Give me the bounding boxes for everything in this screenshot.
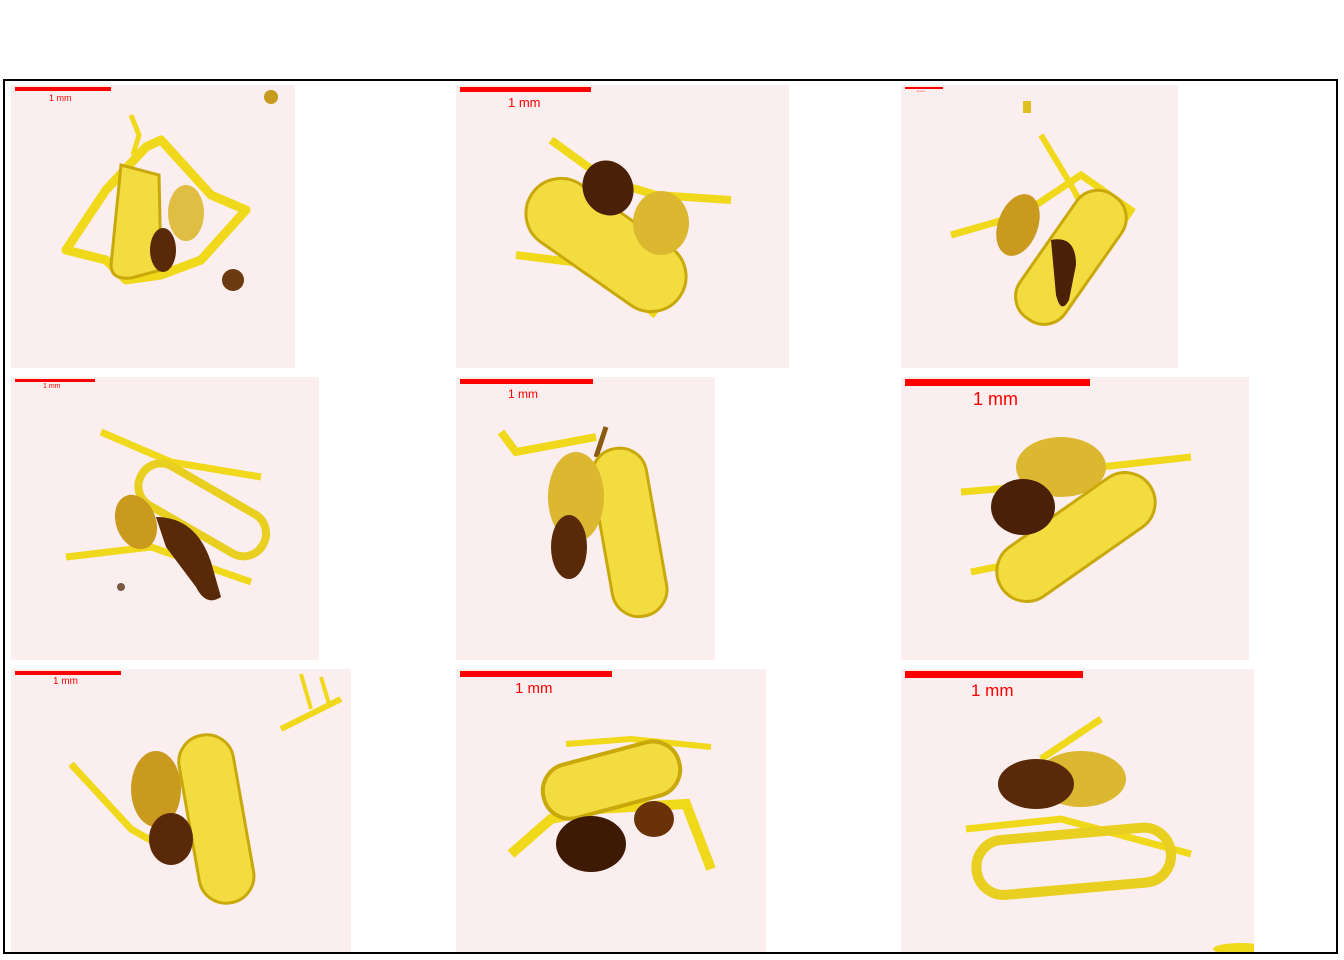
scale-bar: 1 mm (905, 671, 1083, 700)
specimen-image (950, 101, 1136, 326)
scale-bar: 1 mm (460, 671, 612, 697)
scale-bar-label: 1 mm (973, 389, 1018, 409)
scale-bar-label: 1 mm (515, 680, 553, 697)
specimen-panel-9: 1 mm (901, 669, 1254, 952)
specimen-panel-6: 1 mm (901, 377, 1249, 660)
scale-bar-label: 1 mm (971, 681, 1014, 700)
scale-bar: 1 mm (460, 379, 593, 401)
scale-bar-label: 1 mm (43, 383, 61, 390)
scale-bar-label: 1 mm (917, 89, 925, 93)
scale-bar: 1 mm (15, 379, 95, 390)
scale-bar-label: 1 mm (49, 93, 72, 103)
specimen-panel-4: 1 mm (11, 377, 319, 660)
specimen-panel-7: 1 mm (11, 669, 351, 952)
scale-bar: 1 mm (905, 379, 1090, 409)
scale-bar: 1 mm (15, 671, 121, 687)
scale-bar: 1 mm (905, 87, 943, 93)
specimen-panel-2: 1 mm (456, 85, 789, 368)
scale-bar-label: 1 mm (508, 387, 538, 401)
scale-bar: 1 mm (15, 87, 111, 103)
specimen-panel-3: 1 mm (901, 85, 1178, 368)
scale-bar-label: 1 mm (53, 676, 78, 687)
specimen-panel-5: 1 mm (456, 377, 715, 660)
specimen-image (497, 426, 669, 619)
figure-frame: 1 mm 1 mm 1 mm 1 mm 1 mm 1 mm 1 mm 1 mm … (3, 79, 1338, 954)
specimen-panel-8: 1 mm (456, 669, 766, 952)
specimen-image (507, 735, 716, 872)
specimen-image (515, 136, 732, 319)
specimen-image (68, 673, 343, 905)
specimen-image (960, 437, 1192, 603)
specimen-image (965, 716, 1254, 952)
scale-bar: 1 mm (460, 87, 591, 110)
specimen-image (65, 428, 271, 601)
scale-bar-label: 1 mm (508, 95, 541, 110)
specimen-panel-1: 1 mm (11, 85, 295, 368)
specimen-image (61, 90, 278, 291)
